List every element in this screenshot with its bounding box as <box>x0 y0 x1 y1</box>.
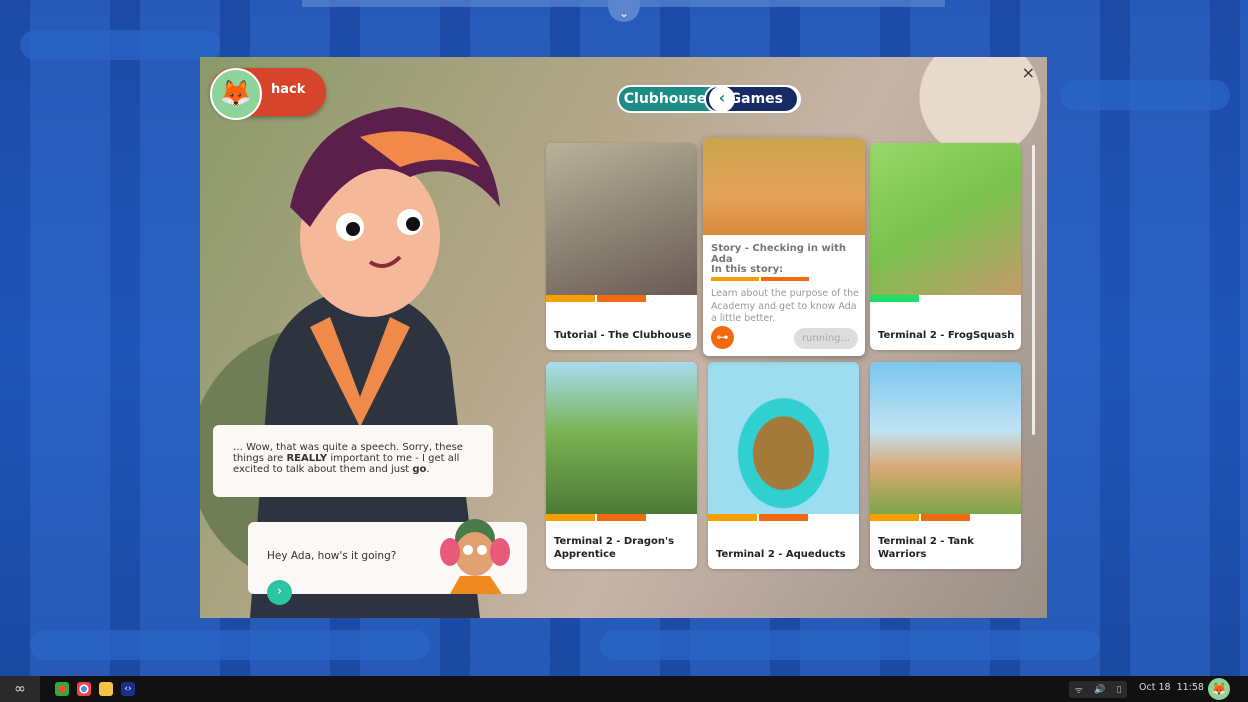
user-avatar-icon[interactable]: 🦊 <box>1208 678 1230 700</box>
game-card-tank-warriors[interactable]: Terminal 2 - Tank Warriors <box>870 362 1021 569</box>
reply-text: Hey Ada, how's it going? <box>267 550 397 562</box>
wifi-icon[interactable]: ᯤ <box>1075 683 1083 696</box>
game-card-dragons-apprentice[interactable]: Terminal 2 - Dragon's Apprentice <box>546 362 697 569</box>
game-thumbnail <box>546 143 697 295</box>
card-title: Terminal 2 - Aqueducts <box>716 549 846 560</box>
card-title: Terminal 2 - Dragon's Apprentice <box>554 536 675 560</box>
chrome-icon[interactable] <box>77 682 91 696</box>
clubhouse-games-toggle[interactable]: Clubhouse ‹ Games <box>617 85 801 113</box>
story-progress-bars <box>711 277 809 281</box>
volume-icon[interactable]: 🔊 <box>1094 685 1105 695</box>
progress-bars <box>546 514 646 521</box>
decor <box>20 30 220 60</box>
story-card-checking-in-with-ada[interactable]: Story - Checking in with Ada In this sto… <box>703 138 865 356</box>
chevron-left-icon[interactable]: ‹ <box>709 86 735 112</box>
decor <box>1060 80 1230 110</box>
taskbar: ∞ ‹› ᯤ 🔊 ▯ Oct 18 11:58 🦊 <box>0 676 1248 702</box>
card-title: Terminal 2 - Tank Warriors <box>878 536 974 560</box>
dialog-text: . <box>426 464 430 475</box>
progress-bars <box>708 514 808 521</box>
game-card-tutorial[interactable]: Tutorial - The Clubhouse <box>546 143 697 350</box>
running-button[interactable]: running... <box>794 328 858 349</box>
story-description: Learn about the purpose of the Academy a… <box>711 288 859 324</box>
toggle-clubhouse[interactable]: Clubhouse <box>619 91 711 107</box>
game-thumbnail <box>708 362 859 514</box>
game-thumbnail <box>546 362 697 514</box>
card-title: Tutorial - The Clubhouse <box>554 330 692 341</box>
system-tray[interactable]: ᯤ 🔊 ▯ <box>1069 681 1127 698</box>
close-button[interactable]: × <box>1022 63 1035 82</box>
progress-bars <box>546 295 646 302</box>
game-card-frogsquash[interactable]: Terminal 2 - FrogSquash <box>870 143 1021 350</box>
next-button[interactable]: › <box>267 580 292 605</box>
riley-character <box>440 519 510 594</box>
dialog-emphasis: REALLY <box>286 453 328 464</box>
endless-logo-icon[interactable]: ∞ <box>0 676 40 702</box>
decor <box>600 630 1100 660</box>
files-icon[interactable] <box>99 682 113 696</box>
time: 11:58 <box>1176 682 1204 693</box>
progress-bars <box>870 295 919 302</box>
dialog-emphasis: go <box>412 464 427 475</box>
card-title: Terminal 2 - FrogSquash <box>878 330 1015 341</box>
decor <box>30 630 430 660</box>
gamepad-icon: ⊶ <box>711 326 734 349</box>
date: Oct 18 <box>1139 682 1171 693</box>
game-thumbnail <box>870 143 1021 295</box>
clubhouse-window: × 🦊 hack Clubhouse ‹ Games … Wow, that w… <box>200 57 1047 618</box>
app-store-icon[interactable] <box>55 682 69 696</box>
clock[interactable]: Oct 18 11:58 <box>1139 682 1204 693</box>
reply-bubble[interactable]: Hey Ada, how's it going? › <box>248 519 527 605</box>
in-this-story-label: In this story: <box>711 264 784 275</box>
game-card-aqueducts[interactable]: Terminal 2 - Aqueducts <box>708 362 859 569</box>
games-grid: Tutorial - The Clubhouse Terminal 2 - Fr… <box>546 138 1026 613</box>
ada-speech-bubble: … Wow, that was quite a speech. Sorry, t… <box>213 425 493 497</box>
progress-bars <box>870 514 970 521</box>
game-thumbnail <box>870 362 1021 514</box>
story-title: Story - Checking in with Ada <box>711 243 847 265</box>
hack-icon[interactable]: ‹› <box>121 682 135 696</box>
story-thumbnail <box>703 138 865 235</box>
user-name: hack <box>271 82 306 97</box>
battery-icon[interactable]: ▯ <box>1116 685 1121 695</box>
scrollbar[interactable] <box>1032 145 1035 435</box>
